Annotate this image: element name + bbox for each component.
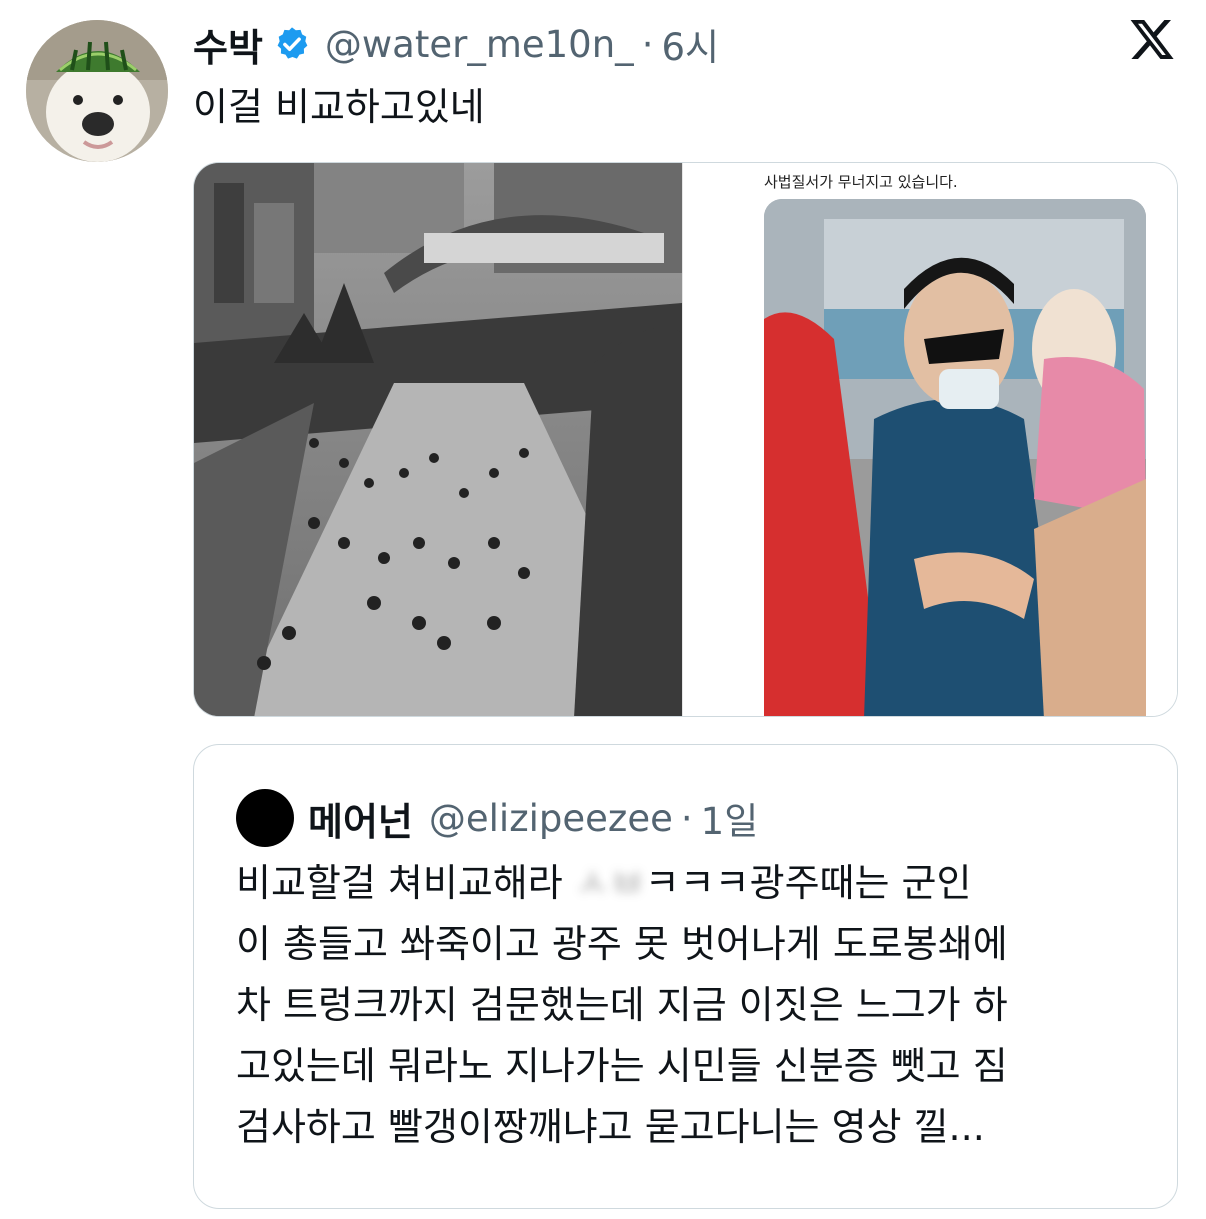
quoted-text-segment: 비교할걸 쳐비교해라	[236, 861, 575, 905]
quoted-text-line: 비교할걸 쳐비교해라 ㅅㅂㅋㅋㅋ광주때는 군인	[236, 853, 1146, 914]
quoted-tweet[interactable]: 메어넌 @elizipeezee · 1일 비교할걸 쳐비교해라 ㅅㅂㅋㅋㅋ광주…	[193, 744, 1178, 1209]
author-handle[interactable]: @water_me10n_	[325, 23, 634, 66]
quoted-text-line: 차 트렁크까지 검문했는데 지금 이짓은 느그가 하	[236, 983, 1008, 1027]
media-photo-right[interactable]: 사법질서가 무너지고 있습니다.	[728, 163, 1177, 716]
dog-avatar-image	[26, 20, 168, 162]
quoted-header-separator: ·	[680, 796, 693, 840]
tweet-header: 수박 @water_me10n_ · 6시	[193, 14, 719, 74]
x-logo-icon[interactable]	[1128, 14, 1176, 64]
header-separator: ·	[641, 22, 654, 66]
media-photo-left[interactable]	[194, 163, 682, 716]
media-caption: 사법질서가 무너지고 있습니다.	[764, 173, 958, 191]
author-name[interactable]: 수박	[193, 17, 263, 72]
quoted-author-handle[interactable]: @elizipeezee	[429, 797, 673, 840]
quoted-text-line: 검사하고 빨갱이짱깨냐고 묻고다니는 영상 낄...	[236, 1105, 985, 1149]
quoted-tweet-header: 메어넌 @elizipeezee · 1일	[236, 789, 759, 847]
arrest-photo	[764, 199, 1146, 716]
tweet-timestamp[interactable]: 6시	[661, 17, 719, 71]
verified-badge-icon	[273, 25, 311, 63]
tweet-text: 이걸 비교하고있네	[193, 85, 485, 129]
quoted-tweet-text: 비교할걸 쳐비교해라 ㅅㅂㅋㅋㅋ광주때는 군인 이 총들고 쏴죽이고 광주 못 …	[236, 853, 1146, 1158]
quoted-text-segment: ㅋㅋㅋ광주때는 군인	[644, 861, 972, 905]
quoted-author-avatar[interactable]	[236, 789, 294, 847]
quoted-author-name[interactable]: 메어넌	[308, 791, 413, 846]
tweet-media-grid[interactable]: 사법질서가 무너지고 있습니다.	[193, 162, 1178, 717]
blurred-text: ㅅㅂ	[574, 861, 645, 905]
historical-street-photo	[194, 163, 682, 716]
quoted-text-line: 고있는데 뭐라노 지나가는 시민들 신분증 뺏고 짐	[236, 1044, 1008, 1088]
quoted-text-line: 이 총들고 쏴죽이고 광주 못 벗어나게 도로봉쇄에	[236, 922, 1008, 966]
author-avatar[interactable]	[26, 20, 168, 162]
media-divider	[682, 163, 728, 716]
quoted-tweet-timestamp[interactable]: 1일	[701, 791, 759, 845]
